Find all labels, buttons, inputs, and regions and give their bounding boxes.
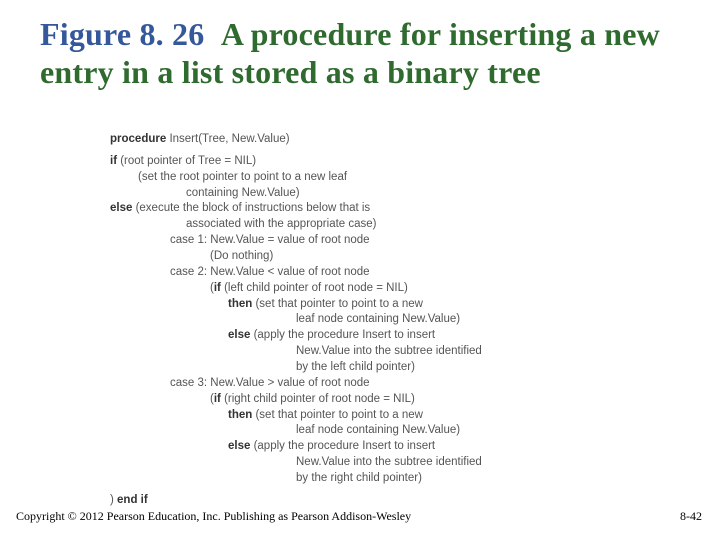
kw-endif: end if (117, 494, 148, 506)
code-line: (root pointer of Tree = NIL) (117, 155, 256, 167)
code-line: New.Value into the subtree identified (296, 345, 482, 357)
code-line: leaf node containing New.Value) (296, 313, 460, 325)
copyright-text: Copyright © 2012 Pearson Education, Inc.… (16, 509, 411, 524)
slide: Figure 8. 26 A procedure for inserting a… (0, 0, 720, 540)
code-line: case 3: New.Value > value of root node (170, 377, 370, 389)
code-line: (Do nothing) (210, 250, 273, 262)
code-line: leaf node containing New.Value) (296, 424, 460, 436)
code-line: by the right child pointer) (296, 472, 422, 484)
code-line: (left child pointer of root node = NIL) (221, 282, 408, 294)
code-line: (right child pointer of root node = NIL) (221, 393, 415, 405)
code-line: by the left child pointer) (296, 361, 415, 373)
kw-procedure: procedure (110, 133, 166, 145)
code-line: (set that pointer to point to a new (252, 298, 423, 310)
slide-title: Figure 8. 26 A procedure for inserting a… (40, 16, 690, 92)
kw-if: if (214, 282, 221, 294)
kw-if: if (214, 393, 221, 405)
kw-else: else (110, 202, 132, 214)
kw-then: then (228, 298, 252, 310)
code-line: ) (110, 494, 117, 506)
pseudocode-block: procedure Insert(Tree, New.Value) if (ro… (110, 132, 670, 509)
kw-if: if (110, 155, 117, 167)
kw-else: else (228, 440, 250, 452)
page-number: 8-42 (680, 509, 702, 524)
figure-number: Figure 8. 26 (40, 16, 204, 52)
code-line: case 1: New.Value = value of root node (170, 234, 370, 246)
code-line: associated with the appropriate case) (186, 218, 377, 230)
code-line: (set the root pointer to point to a new … (138, 171, 347, 183)
code-line: (apply the procedure Insert to insert (250, 440, 435, 452)
code-line: (execute the block of instructions below… (132, 202, 370, 214)
proc-sig: Insert(Tree, New.Value) (166, 133, 289, 145)
code-line: (set that pointer to point to a new (252, 409, 423, 421)
kw-then: then (228, 409, 252, 421)
code-line: New.Value into the subtree identified (296, 456, 482, 468)
code-line: (apply the procedure Insert to insert (250, 329, 435, 341)
kw-else: else (228, 329, 250, 341)
code-line: case 2: New.Value < value of root node (170, 266, 370, 278)
code-line: containing New.Value) (186, 187, 300, 199)
